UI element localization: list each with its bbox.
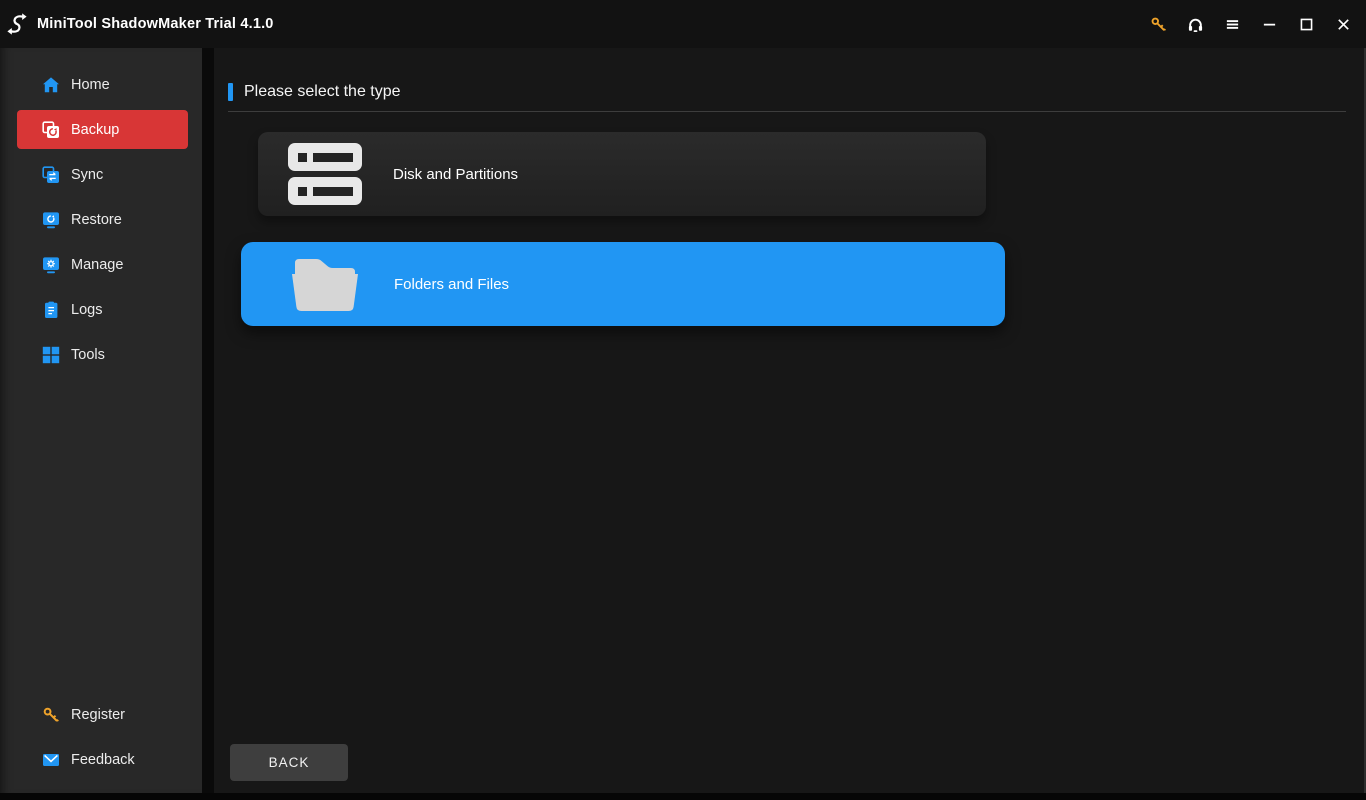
card-label: Folders and Files [394,276,509,293]
back-button[interactable]: BACK [230,744,348,781]
backup-type-folders-card[interactable]: Folders and Files [241,242,1005,326]
close-icon[interactable] [1335,16,1352,33]
titlebar-controls [1150,16,1356,33]
app-body: Home Backup [0,48,1366,793]
maximize-icon[interactable] [1298,16,1315,33]
sidebar-item-label: Logs [71,302,102,318]
backup-type-disk-card[interactable]: Disk and Partitions [258,132,986,216]
headset-icon[interactable] [1187,16,1204,33]
sidebar-item-home[interactable]: Home [0,62,202,107]
sidebar-item-label: Register [71,707,125,723]
sidebar-item-label: Restore [71,212,122,228]
window-title: MiniTool ShadowMaker Trial 4.1.0 [37,16,274,32]
app-logo-icon [5,12,29,36]
titlebar-left: MiniTool ShadowMaker Trial 4.1.0 [5,12,274,36]
sidebar-item-sync[interactable]: Sync [0,152,202,197]
sidebar-divider [202,48,214,793]
sidebar-item-logs[interactable]: Logs [0,287,202,332]
window-bottom-border [0,793,1366,800]
tools-icon [42,346,60,364]
restore-icon [42,211,60,229]
disk-icon [287,143,363,205]
sidebar: Home Backup [0,48,202,793]
titlebar: MiniTool ShadowMaker Trial 4.1.0 [0,0,1366,48]
minimize-icon[interactable] [1261,16,1278,33]
page-title: Please select the type [244,83,401,101]
home-icon [42,76,60,94]
sidebar-item-label: Tools [71,347,105,363]
key-icon[interactable] [1150,16,1167,33]
folder-icon [287,256,363,312]
logs-icon [42,301,60,319]
manage-icon [42,256,60,274]
sidebar-item-label: Manage [71,257,123,273]
sidebar-spacer [0,377,202,692]
page-heading-row: Please select the type [228,82,1346,102]
menu-icon[interactable] [1224,16,1241,33]
sync-icon [42,166,60,184]
app-window: MiniTool ShadowMaker Trial 4.1.0 [0,0,1366,800]
sidebar-item-label: Feedback [71,752,135,768]
sidebar-item-tools[interactable]: Tools [0,332,202,377]
sidebar-item-label: Home [71,77,110,93]
card-label: Disk and Partitions [393,166,518,183]
sidebar-item-manage[interactable]: Manage [0,242,202,287]
heading-divider [228,111,1346,112]
sidebar-item-label: Sync [71,167,103,183]
mail-icon [42,751,60,769]
sidebar-item-backup[interactable]: Backup [17,110,188,149]
sidebar-item-feedback[interactable]: Feedback [0,737,202,782]
heading-accent-bar [228,83,233,101]
backup-icon [42,121,60,139]
sidebar-item-restore[interactable]: Restore [0,197,202,242]
main-content: Please select the type Disk and Partitio… [214,48,1364,793]
sidebar-item-label: Backup [71,122,119,138]
sidebar-item-register[interactable]: Register [0,692,202,737]
key-icon [42,706,60,724]
